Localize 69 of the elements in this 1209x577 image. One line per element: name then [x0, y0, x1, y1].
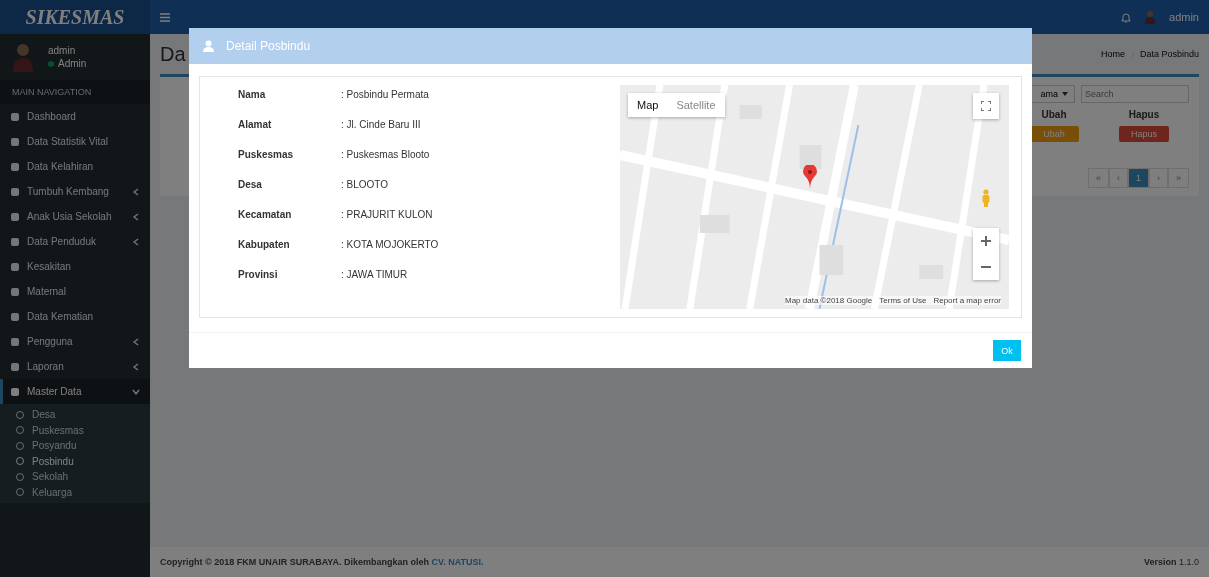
sidebar-item[interactable]: Data Statistik Vital: [0, 129, 150, 154]
field-value: : JAWA TIMUR: [341, 269, 409, 282]
field-label: Nama: [238, 89, 267, 102]
field-label: Kabupaten: [238, 239, 291, 252]
avatar-icon: [12, 42, 34, 72]
version-text: Version 1.1.0: [1143, 557, 1199, 567]
page-button[interactable]: «: [1087, 168, 1109, 188]
submenu-item[interactable]: Sekolah: [0, 469, 150, 485]
field-value: : Posbindu Permata: [341, 89, 430, 102]
field-value: : PRAJURIT KULON: [341, 209, 434, 222]
sidebar-item[interactable]: Tumbuh Kembang: [0, 179, 150, 204]
map-type-tab[interactable]: Map: [628, 93, 668, 117]
page-button[interactable]: 1: [1127, 168, 1149, 188]
field-label: Provinsi: [238, 269, 279, 282]
field-label: Kecamatan: [238, 209, 293, 222]
field-label: Desa: [238, 179, 263, 192]
delete-button[interactable]: Hapus: [1119, 126, 1169, 142]
fullscreen-button[interactable]: [973, 93, 999, 119]
bell-icon[interactable]: [1121, 11, 1132, 23]
field-value: : BLOOTO: [341, 179, 390, 192]
sidebar-item[interactable]: Data Penduduk: [0, 229, 150, 254]
field-value: : Jl. Cinde Baru III: [341, 119, 422, 132]
column-header: Hapus: [1127, 109, 1161, 120]
map-view[interactable]: Map Satellite Map data ©2018 Google Terms of Use Report a map error: [620, 85, 1009, 309]
column-header: Ubah: [1040, 109, 1068, 120]
sidebar-item[interactable]: Dashboard: [0, 104, 150, 129]
map-attribution: Map data ©2018 Google: [785, 296, 873, 305]
field-label: Puskesmas: [238, 149, 295, 162]
submenu-item[interactable]: Desa: [0, 407, 150, 423]
zoom-out-button[interactable]: [973, 254, 999, 280]
map-link[interactable]: Report a map error: [933, 296, 1001, 305]
submenu-item[interactable]: Keluarga: [0, 484, 150, 500]
user-name: admin: [48, 45, 77, 56]
sidebar-item[interactable]: Kesakitan: [0, 254, 150, 279]
breadcrumb-current: Data Posbindu: [1139, 49, 1199, 59]
sidebar-item[interactable]: Data Kelahiran: [0, 154, 150, 179]
sidebar-item[interactable]: Anak Usia Sekolah: [0, 204, 150, 229]
sidebar-item[interactable]: Master Data: [0, 379, 150, 404]
caret-icon: [1062, 92, 1068, 96]
avatar-icon: [1145, 10, 1156, 24]
dialog-title: Detail Posbindu: [226, 39, 311, 53]
user-role: Admin: [48, 58, 87, 69]
map-link[interactable]: Terms of Use: [879, 296, 927, 305]
menu-icon[interactable]: [160, 12, 170, 22]
user-icon: [203, 40, 214, 52]
zoom-in-button[interactable]: [973, 228, 999, 254]
search-field[interactable]: Search: [1081, 85, 1189, 103]
submenu-item[interactable]: Posbindu: [0, 453, 150, 469]
sidebar-item[interactable]: Laporan: [0, 354, 150, 379]
field-value: : Puskesmas Blooto: [341, 149, 431, 162]
fullscreen-icon: [981, 101, 991, 111]
breadcrumb-link[interactable]: Home: [1100, 49, 1125, 59]
ok-button[interactable]: Ok: [993, 340, 1021, 361]
developer-link[interactable]: CV. NATUSI.: [431, 557, 484, 567]
field-label: Alamat: [238, 119, 273, 132]
field-value: : KOTA MOJOKERTO: [341, 239, 439, 252]
nav-header: MAIN NAVIGATION: [0, 80, 150, 104]
submenu-item[interactable]: Posyandu: [0, 438, 150, 454]
plus-icon: [981, 236, 991, 246]
sidebar-item[interactable]: Data Kematian: [0, 304, 150, 329]
copyright-text: Copyright © 2018 FKM UNAIR SURABAYA. Dikembangkan oleh CV. NATUSI.: [160, 557, 484, 567]
brand-logo[interactable]: SIKESMAS: [0, 0, 150, 34]
user-menu[interactable]: admin: [1169, 11, 1199, 23]
page-title: Da: [160, 42, 186, 66]
map-type-tab[interactable]: Satellite: [667, 93, 725, 117]
sidebar-item[interactable]: Maternal: [0, 279, 150, 304]
sidebar-item[interactable]: Pengguna: [0, 329, 150, 354]
submenu-item[interactable]: Puskesmas: [0, 422, 150, 438]
page-button[interactable]: »: [1168, 168, 1189, 188]
